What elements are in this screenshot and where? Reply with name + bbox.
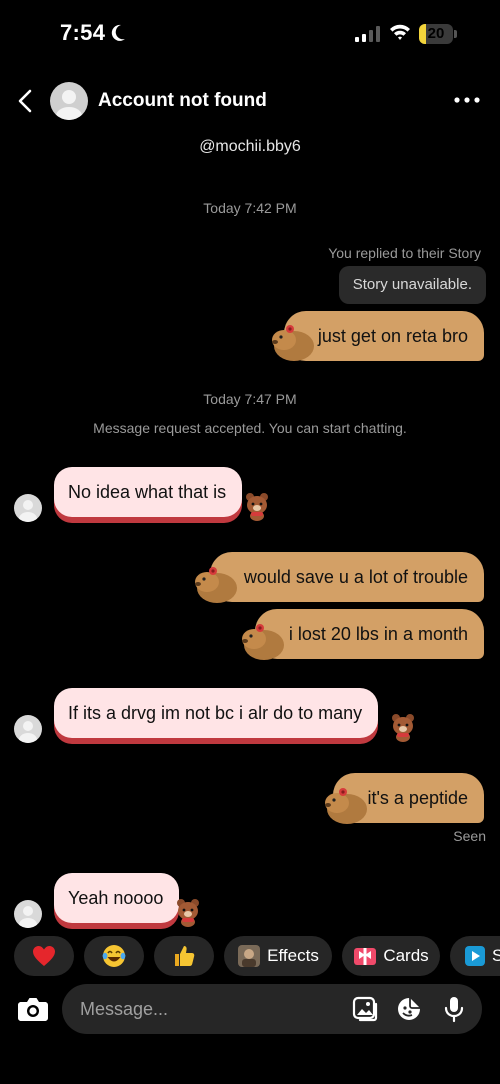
effects-button[interactable]: Effects	[224, 936, 332, 976]
wifi-icon	[390, 24, 410, 40]
heart-reaction-button[interactable]	[14, 936, 74, 976]
status-time: 7:54	[60, 20, 106, 45]
incoming-message[interactable]: No idea what that is	[54, 467, 243, 517]
back-button[interactable]	[14, 88, 38, 114]
capybara-sticker-icon	[195, 567, 237, 603]
message-text: Yeah noooo	[68, 888, 164, 908]
cellular-signal-icon	[355, 26, 380, 42]
username-handle[interactable]: @mochii.bby6	[0, 138, 500, 156]
message-text: If its a drvg im not bc i alr do to many	[68, 703, 363, 723]
story-unavailable-box[interactable]: Story unavailable.	[338, 266, 486, 304]
gallery-icon[interactable]	[352, 996, 378, 1022]
timestamp: Today 7:42 PM	[203, 200, 297, 216]
seen-receipt: Seen	[453, 828, 486, 844]
message-composer	[62, 984, 482, 1034]
sender-avatar[interactable]	[14, 715, 42, 743]
message-text: it's a peptide	[367, 788, 468, 808]
default-avatar-icon	[19, 721, 37, 743]
message-text: No idea what that is	[68, 482, 227, 502]
header-avatar[interactable]	[50, 82, 88, 120]
capybara-sticker-icon	[325, 788, 367, 824]
thumbs-up-icon	[175, 946, 195, 966]
battery-indicator: 20	[419, 24, 457, 44]
battery-level: 20	[427, 25, 445, 42]
bear-sticker-icon	[177, 899, 199, 927]
default-avatar-icon	[19, 906, 37, 928]
gift-card-icon	[354, 948, 377, 965]
incoming-message[interactable]: Yeah noooo	[54, 873, 180, 923]
laugh-reaction-button[interactable]	[84, 936, 144, 976]
bear-sticker-icon	[246, 493, 268, 521]
story-reply-note: You replied to their Story	[328, 245, 481, 261]
outgoing-message[interactable]: would save u a lot of trouble	[209, 552, 484, 602]
timestamp: Today 7:47 PM	[203, 391, 297, 407]
thumbs-up-reaction-button[interactable]	[154, 936, 214, 976]
moon-icon	[111, 24, 125, 41]
message-text: i lost 20 lbs in a month	[288, 624, 468, 644]
sender-avatar[interactable]	[14, 900, 42, 928]
capybara-sticker-icon	[272, 325, 314, 361]
tears-of-joy-icon	[102, 945, 126, 967]
effects-icon	[238, 945, 261, 967]
camera-button[interactable]	[14, 990, 52, 1028]
play-icon	[465, 946, 485, 966]
request-accepted-notice: Message request accepted. You can start …	[93, 420, 407, 436]
effects-label: Effects	[267, 946, 319, 965]
cards-button[interactable]: Cards	[342, 936, 440, 976]
default-avatar-icon	[19, 500, 37, 522]
partial-action-label: S	[492, 946, 500, 965]
message-text: would save u a lot of trouble	[243, 567, 468, 587]
more-options-icon[interactable]	[452, 92, 482, 108]
capybara-sticker-icon	[242, 624, 284, 660]
message-text: just get on reta bro	[317, 326, 468, 346]
cards-label: Cards	[383, 946, 429, 965]
bear-sticker-icon	[392, 714, 414, 742]
status-bar: 7:54 20	[0, 0, 500, 70]
incoming-message[interactable]: If its a drvg im not bc i alr do to many	[54, 688, 379, 738]
heart-icon	[33, 946, 55, 966]
message-input[interactable]	[80, 984, 330, 1034]
sticker-icon[interactable]	[396, 996, 422, 1022]
header-title[interactable]: Account not found	[98, 90, 267, 112]
microphone-icon[interactable]	[442, 995, 466, 1023]
default-avatar-icon	[56, 90, 82, 120]
partial-action-chip[interactable]: S	[450, 936, 500, 976]
quick-reactions-bar: Effects Cards S	[0, 936, 500, 976]
outgoing-message[interactable]: i lost 20 lbs in a month	[254, 609, 484, 659]
sender-avatar[interactable]	[14, 494, 42, 522]
